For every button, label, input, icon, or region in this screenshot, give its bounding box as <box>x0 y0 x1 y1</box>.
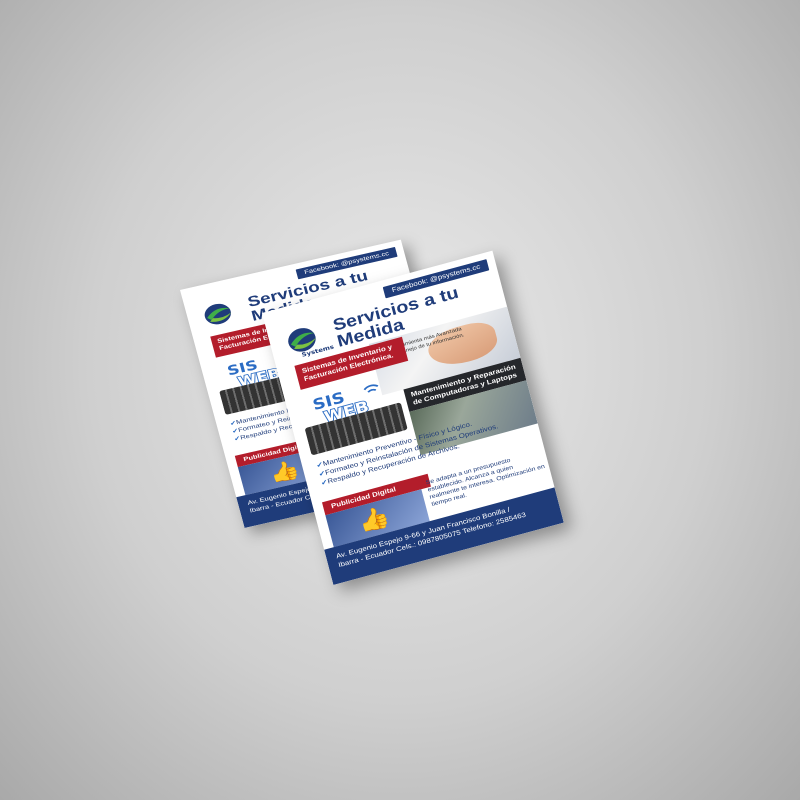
flyer-front: Facebook: @psystems.cc Systems Servicios… <box>262 250 564 585</box>
wifi-icon <box>363 384 379 393</box>
mockup-scene: Facebook: @psystems.cc Servicios a tu Me… <box>0 0 800 800</box>
like-icon: 👍 <box>355 502 393 536</box>
company-logo <box>204 303 232 325</box>
like-icon: 👍 <box>266 457 302 486</box>
